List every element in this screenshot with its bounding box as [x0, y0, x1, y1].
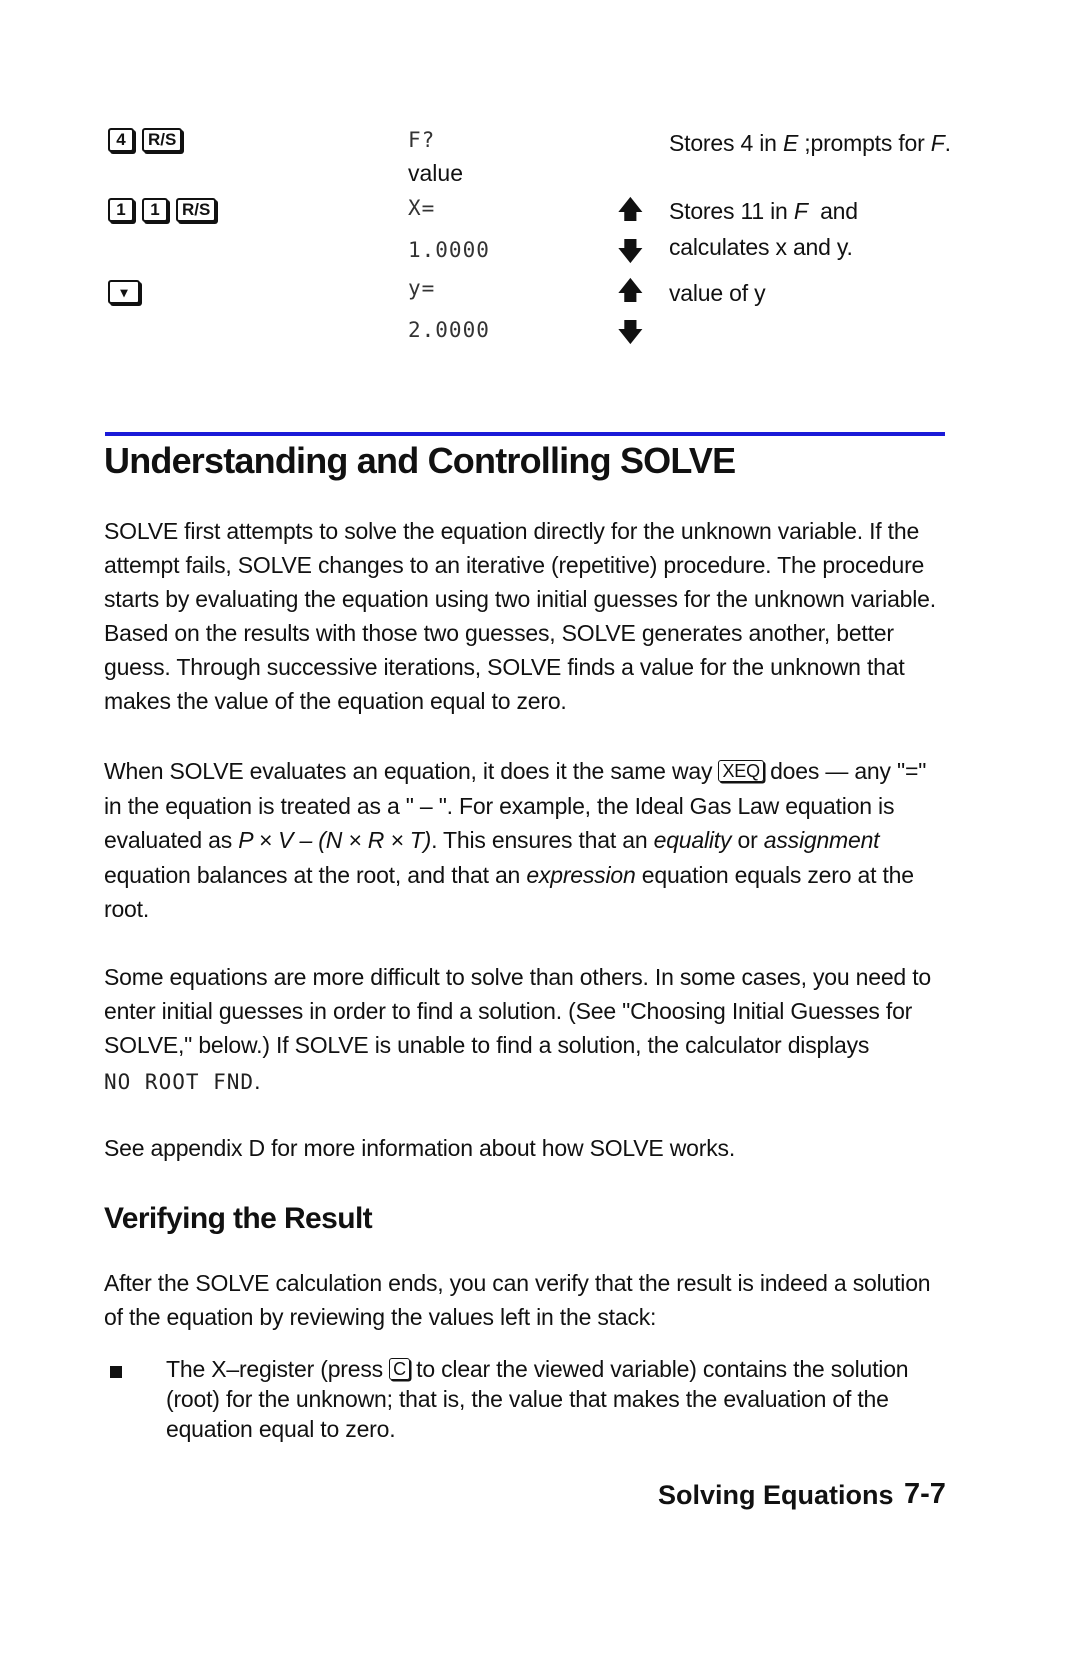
section-rule	[105, 432, 945, 436]
key-xeq: XEQ	[718, 760, 764, 782]
bullet-icon	[110, 1366, 122, 1378]
keys-row-3: ▾	[108, 280, 148, 304]
up-arrow-icon: 🡅	[617, 194, 644, 224]
key-1: 1	[108, 198, 134, 222]
display-prompt: F?	[408, 128, 436, 152]
footer-chapter: Solving Equations	[658, 1480, 894, 1510]
row-3-description: value of y	[669, 280, 766, 306]
key-run-stop: R/S	[176, 198, 217, 222]
key-1: 1	[142, 198, 168, 222]
down-arrow-icon: 🡇	[617, 236, 644, 266]
display-x-value: 1.0000	[408, 238, 490, 262]
display-value-label: value	[408, 160, 463, 186]
formula: P × V – (N × R × T)	[238, 827, 432, 853]
key-c: C	[389, 1358, 410, 1380]
paragraph-solve-evaluation: When SOLVE evaluates an equation, it doe…	[104, 758, 927, 922]
paragraph-appendix-reference: See appendix D for more information abou…	[104, 1135, 736, 1161]
row-1-description: Stores 4 in E ;prompts for F.	[669, 130, 951, 156]
no-root-display: NO ROOT FND.	[104, 1068, 261, 1094]
keys-row-1: 4 R/S	[108, 128, 190, 152]
keys-row-2: 1 1 R/S	[108, 198, 224, 222]
paragraph-solve-overview: SOLVE first attempts to solve the equati…	[104, 518, 936, 714]
key-run-stop: R/S	[142, 128, 183, 152]
up-arrow-icon: 🡅	[617, 275, 644, 305]
display-y-label: y=	[408, 276, 436, 300]
key-4: 4	[108, 128, 134, 152]
subsection-title: Verifying the Result	[104, 1202, 373, 1235]
bullet-item-x-register: The X–register (press C to clear the vie…	[166, 1356, 909, 1442]
paragraph-difficult-equations: Some equations are more difficult to sol…	[104, 964, 931, 1058]
display-y-value: 2.0000	[408, 318, 490, 342]
down-arrow-icon: 🡇	[617, 317, 644, 347]
key-down: ▾	[108, 280, 140, 304]
section-title: Understanding and Controlling SOLVE	[104, 440, 736, 481]
paragraph-verify-intro: After the SOLVE calculation ends, you ca…	[104, 1270, 931, 1330]
display-x-label: X=	[408, 196, 436, 220]
footer-page-number: 7-7	[904, 1478, 946, 1510]
row-2-description: Stores 11 in F and calculates x and y.	[669, 198, 858, 260]
